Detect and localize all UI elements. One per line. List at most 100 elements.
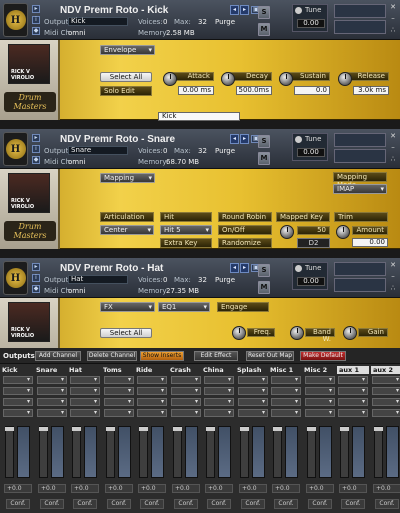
mapped-key-number[interactable]: 50 <box>297 226 330 235</box>
close-icon[interactable]: ✕ <box>389 3 397 11</box>
insert-slot[interactable] <box>204 398 234 406</box>
sustain-knob[interactable] <box>279 72 293 86</box>
mapping-mode-select[interactable]: IMAP <box>333 184 387 194</box>
fader-cap[interactable] <box>173 427 182 431</box>
insert-slot[interactable] <box>37 376 67 384</box>
close-icon[interactable]: ✕ <box>389 132 397 140</box>
channel-level[interactable]: +0.0 <box>138 484 166 493</box>
channel-name[interactable]: Ride <box>136 366 168 374</box>
insert-slot[interactable] <box>104 398 134 406</box>
instrument-logo[interactable]: H <box>3 3 28 37</box>
prev-arrow-icon[interactable]: ◂ <box>230 263 239 273</box>
collapse-icon[interactable]: ▸ <box>32 263 40 271</box>
instrument-logo[interactable]: H <box>3 132 28 166</box>
trim-knob[interactable] <box>336 225 350 239</box>
purge-menu[interactable]: Purge <box>215 276 235 284</box>
midi-icon[interactable]: ◆ <box>32 156 40 164</box>
page-menu[interactable]: Envelope <box>100 45 155 55</box>
insert-slot[interactable] <box>271 387 301 395</box>
next-arrow-icon[interactable]: ▸ <box>240 5 249 15</box>
volume-fader[interactable] <box>273 426 282 478</box>
insert-slot[interactable] <box>137 387 167 395</box>
output-select[interactable]: Kick <box>68 17 128 26</box>
channel-name[interactable]: Crash <box>170 366 202 374</box>
midi-channel-select[interactable]: omni <box>68 158 85 166</box>
channel-level[interactable]: +0.0 <box>373 484 400 493</box>
fader-cap[interactable] <box>106 427 115 431</box>
insert-slot[interactable] <box>204 376 234 384</box>
fader-cap[interactable] <box>206 427 215 431</box>
info-icon[interactable]: i <box>32 145 40 153</box>
insert-slot[interactable] <box>104 376 134 384</box>
insert-slot[interactable] <box>104 387 134 395</box>
band-width-knob[interactable] <box>290 326 304 340</box>
insert-slot[interactable] <box>372 409 400 417</box>
select-all-button[interactable]: Select All <box>100 328 152 338</box>
amount-value[interactable]: 0.00 <box>352 238 388 247</box>
channel-level[interactable]: +0.0 <box>272 484 300 493</box>
release-knob[interactable] <box>338 72 352 86</box>
attack-value[interactable]: 0.00 ms <box>178 86 214 95</box>
channel-name[interactable]: aux 1 <box>337 366 369 374</box>
volume-fader[interactable] <box>340 426 349 478</box>
prev-arrow-icon[interactable]: ◂ <box>230 134 239 144</box>
attack-knob[interactable] <box>163 72 177 86</box>
insert-slot[interactable] <box>171 398 201 406</box>
edit-effect-button[interactable]: Edit Effect <box>194 351 238 361</box>
insert-slot[interactable] <box>271 376 301 384</box>
volume-fader[interactable] <box>139 426 148 478</box>
channel-config-button[interactable]: Conf. <box>375 499 399 509</box>
volume-fader[interactable] <box>240 426 249 478</box>
insert-slot[interactable] <box>137 398 167 406</box>
fader-cap[interactable] <box>39 427 48 431</box>
tune-control[interactable]: Tune 0.00 <box>292 262 328 290</box>
insert-slot[interactable] <box>372 387 400 395</box>
next-arrow-icon[interactable]: ▸ <box>240 263 249 273</box>
channel-config-button[interactable]: Conf. <box>107 499 131 509</box>
aux-icon[interactable]: ∴ <box>389 155 397 163</box>
mapped-key-knob[interactable] <box>280 225 294 239</box>
tune-value[interactable]: 0.00 <box>297 277 325 286</box>
insert-slot[interactable] <box>305 387 335 395</box>
page-menu[interactable]: Mapping <box>100 173 155 183</box>
volume-fader[interactable] <box>374 426 383 478</box>
make-default-button[interactable]: Make Default <box>300 351 346 361</box>
decay-value[interactable]: 500.0ms <box>236 86 272 95</box>
tune-knob[interactable] <box>295 265 302 272</box>
channel-config-button[interactable]: Conf. <box>207 499 231 509</box>
channel-name[interactable]: Misc 2 <box>304 366 336 374</box>
tune-value[interactable]: 0.00 <box>297 148 325 157</box>
decay-knob[interactable] <box>221 72 235 86</box>
fader-cap[interactable] <box>139 427 148 431</box>
sustain-value[interactable]: 0.0 <box>294 86 330 95</box>
volume-fader[interactable] <box>173 426 182 478</box>
channel-name[interactable]: aux 2 <box>371 366 400 374</box>
channel-level[interactable]: +0.0 <box>4 484 32 493</box>
tune-control[interactable]: Tune 0.00 <box>292 133 328 161</box>
tune-knob[interactable] <box>295 136 302 143</box>
collapse-icon[interactable]: ▸ <box>32 5 40 13</box>
insert-slot[interactable] <box>204 387 234 395</box>
insert-slot[interactable] <box>70 387 100 395</box>
insert-slot[interactable] <box>238 387 268 395</box>
insert-slot[interactable] <box>70 398 100 406</box>
hit-select[interactable]: Hit 5 <box>160 225 212 235</box>
max-value[interactable]: 32 <box>198 147 207 155</box>
channel-config-button[interactable]: Conf. <box>241 499 265 509</box>
instrument-logo[interactable]: H <box>3 261 28 295</box>
volume-fader[interactable] <box>307 426 316 478</box>
channel-config-button[interactable]: Conf. <box>140 499 164 509</box>
insert-slot[interactable] <box>137 376 167 384</box>
insert-slot[interactable] <box>238 409 268 417</box>
insert-slot[interactable] <box>104 409 134 417</box>
zone-name-field[interactable]: Kick <box>158 112 240 121</box>
add-channel-button[interactable]: Add Channel <box>35 351 81 361</box>
reset-out-map-button[interactable]: Reset Out Map <box>246 351 294 361</box>
volume-fader[interactable] <box>72 426 81 478</box>
collapse-icon[interactable]: ▸ <box>32 134 40 142</box>
insert-slot[interactable] <box>137 409 167 417</box>
purge-menu[interactable]: Purge <box>215 147 235 155</box>
tune-value[interactable]: 0.00 <box>297 19 325 28</box>
insert-slot[interactable] <box>305 398 335 406</box>
midi-channel-select[interactable]: omni <box>68 287 85 295</box>
